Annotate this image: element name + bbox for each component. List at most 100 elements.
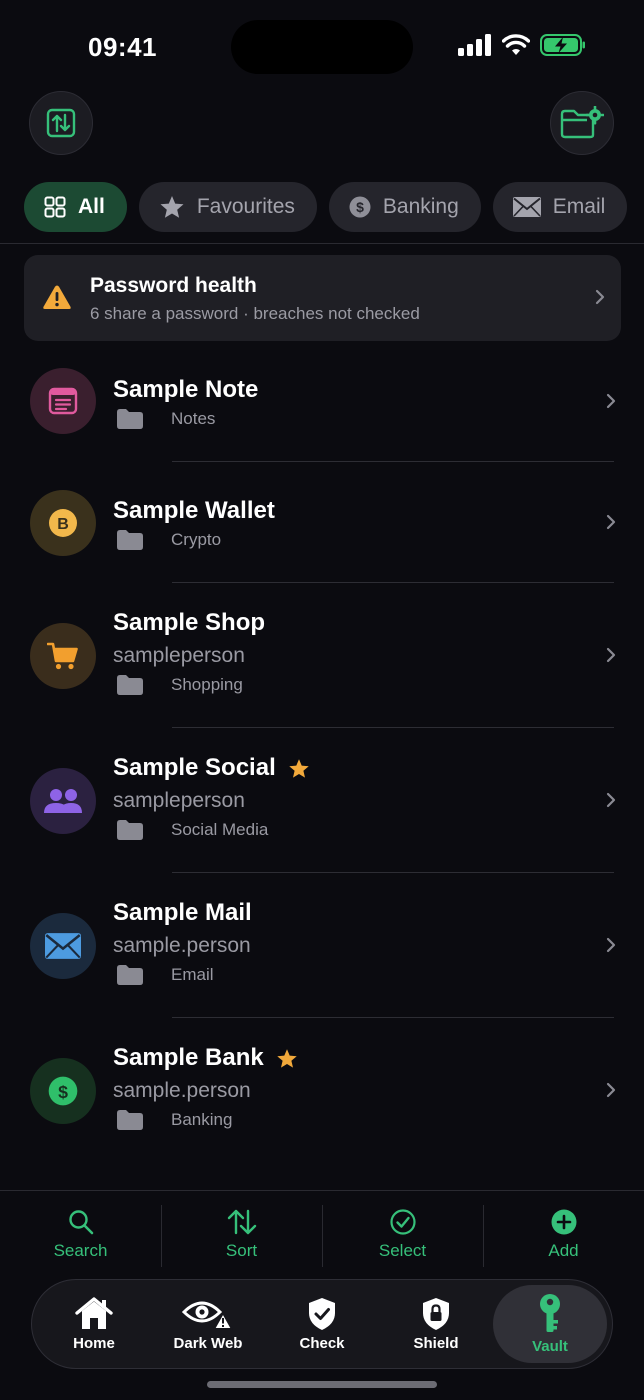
bitcoin-icon: B [49,509,77,537]
vault-item-sample-bank[interactable]: $ Sample Bank sample.person Banking [0,1018,644,1163]
item-username: sample.person [113,934,251,957]
svg-text:B: B [57,516,69,533]
cellular-signal-icon [458,34,491,56]
tab-home[interactable]: Home [37,1285,151,1363]
item-avatar [30,623,96,689]
item-name: Sample Wallet [113,497,275,524]
tab-vault[interactable]: Vault [493,1285,607,1363]
action-label: Sort [225,1240,258,1260]
tab-dark-web[interactable]: Dark Web [151,1285,265,1363]
action-label: Add [548,1240,579,1260]
eye-alert-icon [182,1301,233,1330]
wifi-icon [502,34,530,55]
tab-label: Vault [532,1337,568,1355]
note-icon [48,387,78,415]
tab-bar: Home Dark Web Check Shield Vault [31,1279,613,1369]
check-circle-icon [389,1208,416,1235]
vault-item-sample-mail[interactable]: Sample Mail sample.person Email [0,873,644,1018]
filter-chip-email[interactable]: Email [492,182,628,232]
chevron-right-icon [606,937,616,958]
filter-chip-all[interactable]: All [24,182,127,232]
password-health-card[interactable]: Password health 6 share a password · bre… [24,255,621,341]
vault-item-sample-wallet[interactable]: B Sample Wallet Crypto [0,462,644,583]
item-name: Sample Shop [113,609,266,636]
filter-chip-label: Email [552,195,606,218]
add-button[interactable]: Add [483,1191,644,1278]
select-button[interactable]: Select [322,1191,483,1278]
folder-icon [117,675,143,695]
vault-item-sample-social[interactable]: Sample Social sampleperson Social Media [0,728,644,873]
search-icon [68,1209,93,1234]
status-time: 09:41 [88,32,157,62]
action-label: Search [53,1240,108,1260]
status-icons [458,34,586,56]
people-icon [44,789,82,813]
tab-shield[interactable]: Shield [379,1285,493,1363]
import-export-button[interactable] [29,91,93,155]
home-indicator [207,1381,437,1388]
health-title: Password health [90,274,257,297]
chevron-right-icon [606,647,616,668]
grid-icon [44,196,66,218]
tab-label: Home [73,1334,115,1352]
tab-label: Dark Web [173,1334,243,1352]
item-avatar: B [30,490,96,556]
folder-icon [117,530,143,550]
folder-icon [117,409,143,429]
tab-check[interactable]: Check [265,1285,379,1363]
dollar-coin-icon: $ [48,1076,78,1106]
search-button[interactable]: Search [0,1191,161,1278]
sort-button[interactable]: Sort [161,1191,322,1278]
item-folder-label: Email [171,965,214,984]
filter-chip-banking[interactable]: $ Banking [328,182,481,232]
tab-label: Check [299,1334,345,1352]
item-name: Sample Mail [113,899,252,926]
folder-icon [117,820,143,840]
chevron-right-icon [606,393,616,414]
item-folder-label: Crypto [171,530,222,549]
house-icon [75,1296,113,1329]
filter-chip-label: Banking [382,195,459,218]
item-avatar [30,768,96,834]
chevron-right-icon [606,1082,616,1103]
shield-check-icon [309,1297,335,1330]
folder-icon [117,1110,143,1130]
item-name: Sample Bank [113,1044,298,1072]
tab-label: Shield [413,1334,459,1352]
item-folder: Shopping [117,675,243,695]
header-divider [0,243,644,244]
folder-settings-button[interactable] [550,91,614,155]
item-avatar [30,368,96,434]
item-username: sample.person [113,1079,251,1102]
item-folder: Notes [117,409,215,429]
item-folder: Banking [117,1110,232,1130]
item-name: Sample Social [113,754,310,782]
warning-icon [42,284,72,316]
vault-item-sample-note[interactable]: Sample Note Notes [0,345,644,462]
sort-icon [227,1209,256,1234]
folder-settings-icon [560,106,604,139]
envelope-icon [512,197,541,217]
item-name: Sample Note [113,376,259,403]
filter-chips: All Favourites $ Banking Email [24,182,628,232]
vault-item-sample-shop[interactable]: Sample Shop sampleperson Shopping [0,583,644,728]
chevron-right-icon [606,792,616,813]
chevron-right-icon [595,289,605,310]
vault-item-list: Sample Note Notes B Sample Wallet Crypto [0,345,644,1163]
item-folder-label: Shopping [171,675,243,694]
item-avatar [30,913,96,979]
status-bar: 09:41 [0,0,644,90]
dollar-coin-icon: $ [349,196,371,218]
filter-chip-label: Favourites [196,195,295,218]
envelope-icon [45,933,81,959]
action-label: Select [378,1240,427,1260]
item-folder: Crypto [117,530,221,550]
dynamic-island [231,20,413,74]
item-avatar: $ [30,1058,96,1124]
chevron-right-icon [606,514,616,535]
shield-lock-icon [423,1297,449,1330]
filter-chip-favourites[interactable]: Favourites [138,182,317,232]
item-folder-label: Banking [171,1110,233,1129]
list-action-bar: Search Sort Select Add [0,1190,644,1278]
item-username: sampleperson [113,644,245,667]
